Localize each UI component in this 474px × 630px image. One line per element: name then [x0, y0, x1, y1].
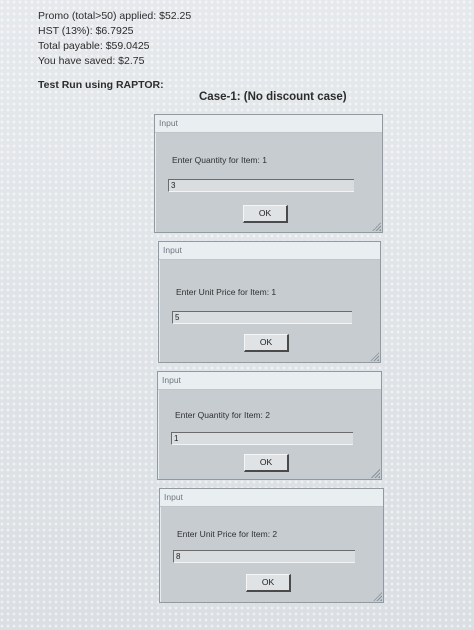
input-dialog-quantity-item-2: Input Enter Quantity for Item: 2 1 OK [157, 371, 382, 480]
dialog-prompt: Enter Unit Price for Item: 1 [176, 287, 277, 297]
dialog-title: Input [160, 489, 383, 507]
dialog-title: Input [159, 242, 380, 260]
promo-line: Promo (total>50) applied: $52.25 [38, 10, 192, 22]
total-line: Total payable: $59.0425 [38, 40, 150, 52]
dialog-prompt: Enter Unit Price for Item: 2 [177, 529, 278, 539]
dialog-prompt: Enter Quantity for Item: 2 [175, 410, 270, 420]
dialog-title: Input [155, 115, 382, 133]
input-dialog-unit-price-item-1: Input Enter Unit Price for Item: 1 5 OK [158, 241, 381, 363]
quantity-input[interactable]: 3 [168, 179, 354, 192]
quantity-input[interactable]: 1 [171, 432, 353, 445]
unit-price-input[interactable]: 5 [172, 311, 352, 324]
test-run-heading: Test Run using RAPTOR: [38, 79, 164, 91]
resize-grip-icon[interactable] [370, 468, 380, 478]
resize-grip-icon[interactable] [369, 351, 379, 361]
ok-button[interactable]: OK [246, 574, 291, 592]
order-summary: Promo (total>50) applied: $52.25 HST (13… [38, 9, 191, 69]
case-title: Case-1: (No discount case) [199, 91, 347, 103]
resize-grip-icon[interactable] [371, 221, 381, 231]
ok-button[interactable]: OK [244, 454, 289, 472]
input-dialog-quantity-item-1: Input Enter Quantity for Item: 1 3 OK [154, 114, 383, 233]
ok-button[interactable]: OK [244, 334, 289, 352]
saved-line: You have saved: $2.75 [38, 55, 145, 67]
unit-price-input[interactable]: 8 [173, 550, 355, 563]
input-dialog-unit-price-item-2: Input Enter Unit Price for Item: 2 8 OK [159, 488, 384, 603]
ok-button[interactable]: OK [243, 205, 288, 223]
hst-line: HST (13%): $6.7925 [38, 25, 134, 37]
dialog-prompt: Enter Quantity for Item: 1 [172, 155, 267, 165]
resize-grip-icon[interactable] [372, 591, 382, 601]
dialog-title: Input [158, 372, 381, 390]
